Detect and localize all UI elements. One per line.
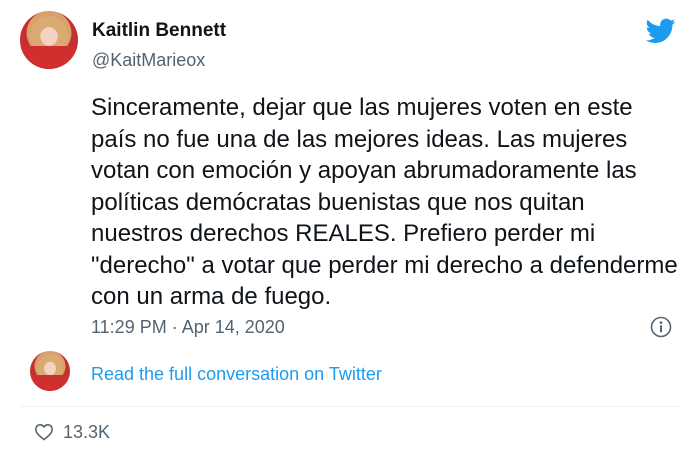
read-conversation-link[interactable]: Read the full conversation on Twitter	[91, 364, 382, 385]
tweet-text: Sinceramente, dejar que las mujeres vote…	[91, 94, 678, 310]
author-handle[interactable]: @KaitMarieox	[92, 50, 205, 71]
author-avatar[interactable]	[20, 11, 78, 69]
avatar-dress	[20, 45, 78, 69]
divider	[20, 406, 680, 407]
twitter-bird-icon[interactable]	[646, 18, 676, 44]
author-name[interactable]: Kaitlin Bennett	[92, 20, 226, 42]
heart-icon[interactable]	[34, 423, 54, 441]
avatar-dress	[30, 375, 70, 391]
tweet-timestamp[interactable]: 11:29 PM · Apr 14, 2020	[91, 317, 285, 338]
conversation-avatar[interactable]	[30, 351, 70, 391]
like-count[interactable]: 13.3K	[63, 422, 110, 443]
info-icon[interactable]	[650, 316, 672, 338]
